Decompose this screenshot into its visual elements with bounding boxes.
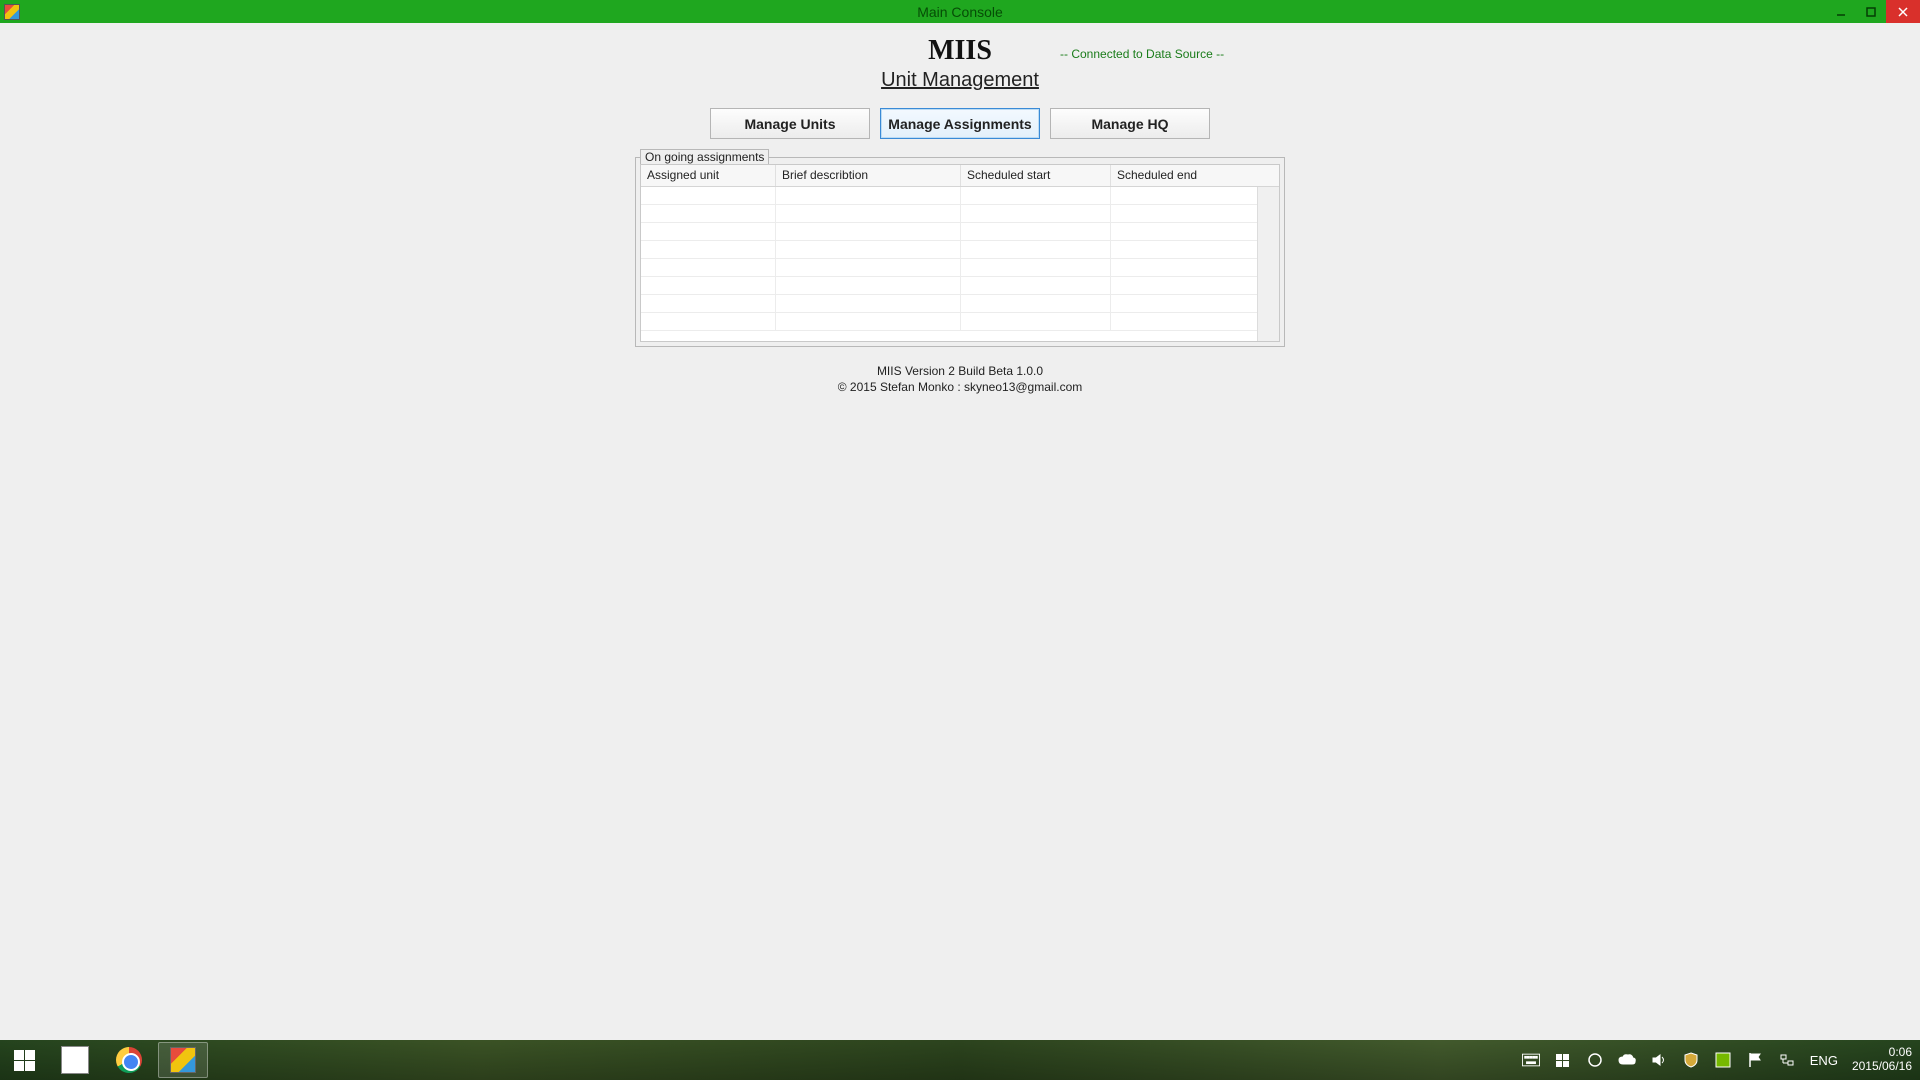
close-icon [1897,6,1909,18]
col-scheduled-start[interactable]: Scheduled start [961,165,1111,186]
col-scheduled-end[interactable]: Scheduled end [1111,165,1279,186]
tray-cloud-icon[interactable] [1618,1051,1636,1069]
table-row[interactable] [641,277,1257,295]
minimize-button[interactable] [1826,0,1856,23]
table-row[interactable] [641,241,1257,259]
window-title: Main Console [917,4,1003,20]
keyboard-icon[interactable] [1522,1051,1540,1069]
page-subtitle: Unit Management [0,69,1920,92]
tab-row: Manage Units Manage Assignments Manage H… [0,108,1920,139]
connection-status: -- Connected to Data Source -- [1060,47,1224,61]
client-area: MIIS -- Connected to Data Source -- Unit… [0,23,1920,1040]
ongoing-assignments-groupbox: On going assignments Assigned unit Brief… [635,157,1285,347]
start-button[interactable] [2,1042,46,1078]
tray-windows-icon[interactable] [1554,1051,1572,1069]
window-controls [1826,0,1920,23]
tray-sync-icon[interactable] [1586,1051,1604,1069]
taskbar-left: 🗄 [0,1042,208,1078]
footer-copyright: © 2015 Stefan Monko : skyneo13@gmail.com [0,379,1920,395]
language-indicator[interactable]: ENG [1810,1053,1838,1068]
table-row[interactable] [641,223,1257,241]
filemanager-icon: 🗄 [61,1046,89,1074]
maximize-button[interactable] [1856,0,1886,23]
app-icon [4,4,20,20]
tray-nvidia-icon[interactable] [1714,1051,1732,1069]
taskbar-app-chrome[interactable] [104,1042,154,1078]
taskbar-right: ENG 0:06 2015/06/16 [1522,1046,1920,1074]
footer-text: MIIS Version 2 Build Beta 1.0.0 © 2015 S… [0,363,1920,395]
manage-hq-label: Manage HQ [1091,116,1168,132]
tray-volume-icon[interactable] [1650,1051,1668,1069]
taskbar-app-filemanager[interactable]: 🗄 [50,1042,100,1078]
taskbar-app-miis[interactable] [158,1042,208,1078]
close-button[interactable] [1886,0,1920,23]
table-row[interactable] [641,187,1257,205]
page-header: MIIS -- Connected to Data Source -- Unit… [0,23,1920,92]
table-row[interactable] [641,295,1257,313]
table-row[interactable] [641,205,1257,223]
grid-header: Assigned unit Brief describtion Schedule… [641,165,1279,187]
table-row[interactable] [641,259,1257,277]
footer-version: MIIS Version 2 Build Beta 1.0.0 [0,363,1920,379]
window-titlebar: Main Console [0,0,1920,23]
taskbar: 🗄 [0,1040,1920,1080]
chrome-icon [116,1047,142,1073]
windows-logo-icon [14,1050,35,1071]
assignments-grid[interactable]: Assigned unit Brief describtion Schedule… [640,164,1280,342]
groupbox-label: On going assignments [640,149,769,165]
manage-hq-button[interactable]: Manage HQ [1050,108,1210,139]
minimize-icon [1835,6,1847,18]
grid-body [641,187,1279,341]
manage-units-label: Manage Units [744,116,835,132]
tray-flag-icon[interactable] [1746,1051,1764,1069]
col-assigned-unit[interactable]: Assigned unit [641,165,776,186]
clock-time: 0:06 [1852,1046,1912,1060]
manage-units-button[interactable]: Manage Units [710,108,870,139]
clock-date: 2015/06/16 [1852,1060,1912,1074]
maximize-icon [1865,6,1877,18]
tray-shield-icon[interactable] [1682,1051,1700,1069]
table-row[interactable] [641,313,1257,331]
taskbar-clock[interactable]: 0:06 2015/06/16 [1852,1046,1912,1074]
manage-assignments-label: Manage Assignments [888,116,1031,132]
tray-network-icon[interactable] [1778,1051,1796,1069]
grid-rows [641,187,1257,341]
manage-assignments-button[interactable]: Manage Assignments [880,108,1040,139]
app-title: MIIS [928,35,992,67]
col-brief-description[interactable]: Brief describtion [776,165,961,186]
miis-app-icon [170,1047,196,1073]
grid-vertical-scrollbar[interactable] [1257,187,1279,341]
